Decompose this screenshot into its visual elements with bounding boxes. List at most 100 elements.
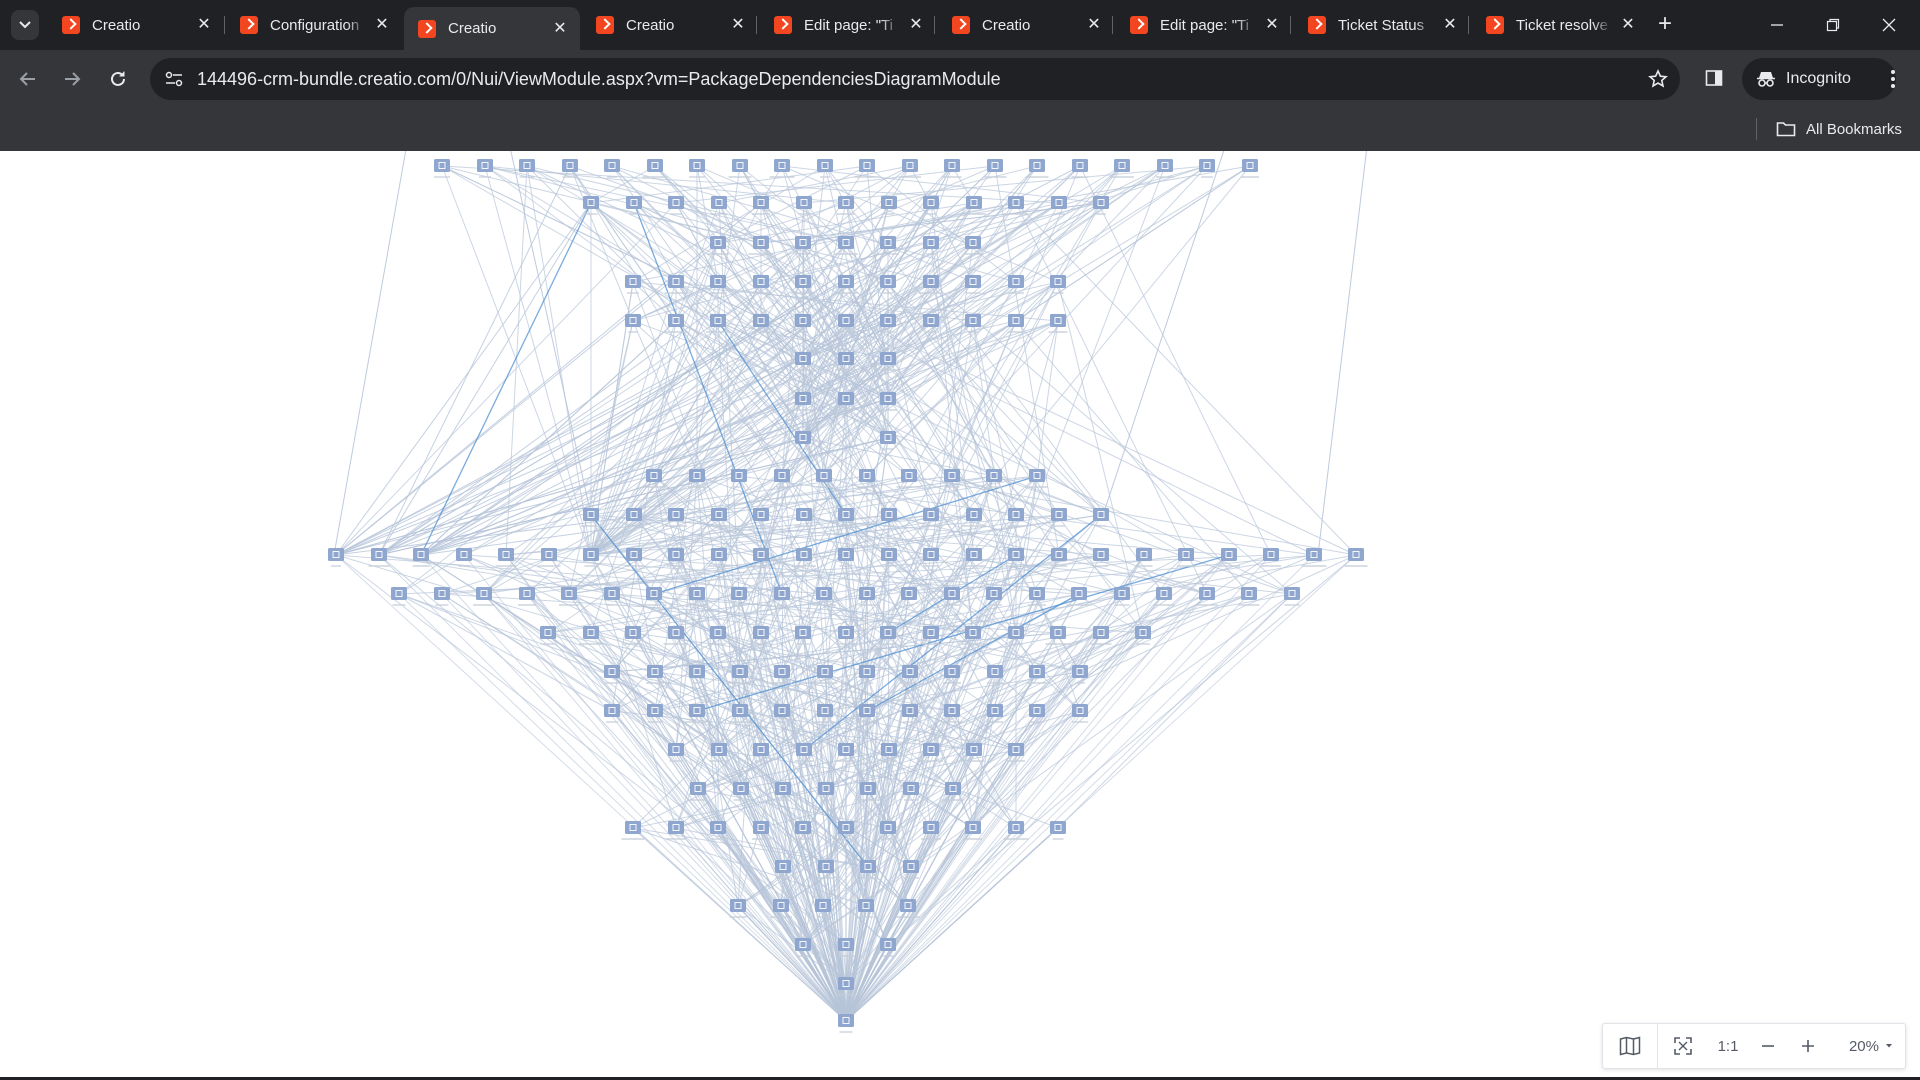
package-node-box	[753, 548, 769, 561]
back-button[interactable]	[13, 64, 43, 94]
package-node[interactable]	[328, 548, 344, 567]
package-node[interactable]	[625, 314, 641, 333]
package-node-box	[732, 159, 748, 172]
package-node-box	[1178, 548, 1194, 561]
package-node-box	[668, 314, 684, 327]
package-node[interactable]	[729, 899, 747, 918]
package-node[interactable]	[668, 196, 684, 215]
close-icon[interactable]: ✕	[1084, 15, 1104, 35]
package-node-box	[881, 548, 897, 561]
package-node[interactable]	[368, 548, 390, 567]
tab-search-button[interactable]	[11, 10, 39, 40]
package-node-box	[413, 548, 429, 561]
package-node-box	[753, 743, 769, 756]
package-node-box	[838, 275, 854, 288]
forward-button[interactable]	[57, 64, 87, 94]
package-node-box	[1008, 743, 1024, 756]
package-node[interactable]	[625, 548, 643, 567]
package-node[interactable]	[987, 704, 1003, 723]
tab-7[interactable]: Edit page: "Ti ✕	[1116, 7, 1292, 43]
package-node[interactable]	[625, 275, 641, 294]
fit-to-screen-button[interactable]	[1658, 1024, 1708, 1068]
package-node[interactable]	[434, 159, 450, 178]
package-node-box	[858, 899, 874, 912]
package-node-box	[1199, 587, 1215, 600]
package-node[interactable]	[1050, 821, 1066, 840]
package-node-box	[1050, 314, 1066, 327]
package-node[interactable]	[707, 236, 729, 255]
package-node[interactable]	[880, 431, 896, 450]
package-node[interactable]	[495, 548, 517, 567]
package-node-box	[923, 548, 939, 561]
creatio-favicon-icon	[418, 19, 436, 38]
tab-3[interactable]: Creatio ✕	[404, 7, 580, 50]
package-node[interactable]	[1050, 275, 1066, 294]
tab-title: Edit page: "Ti	[1160, 16, 1249, 34]
tab-4[interactable]: Creatio ✕	[582, 7, 758, 43]
close-icon[interactable]: ✕	[728, 15, 748, 35]
close-icon[interactable]: ✕	[1262, 15, 1282, 35]
close-icon[interactable]: ✕	[194, 15, 214, 35]
tab-8[interactable]: Ticket Status ✕	[1294, 7, 1470, 43]
package-node[interactable]	[477, 159, 493, 178]
actual-size-button[interactable]: 1:1	[1708, 1024, 1748, 1068]
zoom-in-button[interactable]	[1788, 1024, 1828, 1068]
package-node[interactable]	[1072, 704, 1088, 723]
package-node-box	[625, 275, 641, 288]
package-node[interactable]	[1284, 587, 1300, 606]
close-icon[interactable]: ✕	[906, 15, 926, 35]
minimize-button[interactable]	[1754, 8, 1800, 42]
package-node[interactable]	[769, 159, 795, 178]
tab-1[interactable]: Creatio ✕	[48, 7, 224, 43]
overview-button[interactable]	[1603, 1024, 1657, 1068]
package-node[interactable]	[899, 159, 921, 178]
zoom-level-select[interactable]: 20%	[1828, 1024, 1904, 1068]
close-icon[interactable]: ✕	[372, 15, 392, 35]
side-panel-button[interactable]	[1700, 64, 1728, 92]
address-bar[interactable]: 144496-crm-bundle.creatio.com/0/Nui/View…	[150, 58, 1680, 100]
package-node[interactable]	[1156, 159, 1174, 178]
package-node-box	[1221, 548, 1237, 561]
package-node-box	[795, 314, 811, 327]
package-node[interactable]	[1135, 626, 1151, 645]
close-icon[interactable]: ✕	[1618, 15, 1638, 35]
package-node-box	[1199, 159, 1215, 172]
package-node[interactable]	[540, 626, 556, 645]
package-dependencies-diagram[interactable]	[0, 151, 1920, 1077]
package-node[interactable]	[604, 704, 620, 723]
tab-5[interactable]: Edit page: "Ti ✕	[760, 7, 936, 43]
package-node-box	[689, 704, 705, 717]
tab-2[interactable]: Configuration ✕	[226, 7, 402, 43]
package-node[interactable]	[838, 1014, 854, 1033]
tab-6[interactable]: Creatio ✕	[938, 7, 1114, 43]
package-node[interactable]	[1093, 508, 1109, 527]
url-text[interactable]: 144496-crm-bundle.creatio.com/0/Nui/View…	[197, 69, 1001, 90]
package-node-box	[753, 508, 769, 521]
package-node[interactable]	[710, 626, 726, 645]
close-icon[interactable]: ✕	[550, 19, 570, 39]
package-node[interactable]	[709, 743, 729, 762]
package-node[interactable]	[728, 159, 752, 178]
browser-menu-button[interactable]	[1880, 64, 1906, 94]
creatio-favicon-icon	[1486, 16, 1504, 34]
tab-9[interactable]: Ticket resolve ✕	[1472, 7, 1648, 43]
close-window-button[interactable]	[1866, 8, 1912, 42]
package-node[interactable]	[1048, 314, 1068, 333]
incognito-profile-button[interactable]: Incognito	[1742, 58, 1896, 100]
package-node[interactable]	[1071, 159, 1089, 178]
package-node[interactable]	[965, 275, 981, 294]
package-node[interactable]	[456, 548, 472, 567]
all-bookmarks-button[interactable]: All Bookmarks	[1776, 116, 1902, 142]
bookmark-star-button[interactable]	[1646, 67, 1670, 91]
close-icon[interactable]: ✕	[1440, 15, 1460, 35]
creatio-favicon-icon	[1308, 16, 1326, 34]
package-node[interactable]	[391, 587, 407, 606]
restore-button[interactable]	[1810, 8, 1856, 42]
site-info-button[interactable]	[162, 67, 186, 91]
new-tab-button[interactable]: +	[1652, 12, 1678, 38]
reload-button[interactable]	[103, 64, 133, 94]
zoom-out-button[interactable]	[1748, 1024, 1788, 1068]
tab-title: Creatio	[92, 16, 141, 34]
package-node[interactable]	[817, 159, 833, 178]
plus-icon	[1802, 1040, 1814, 1052]
